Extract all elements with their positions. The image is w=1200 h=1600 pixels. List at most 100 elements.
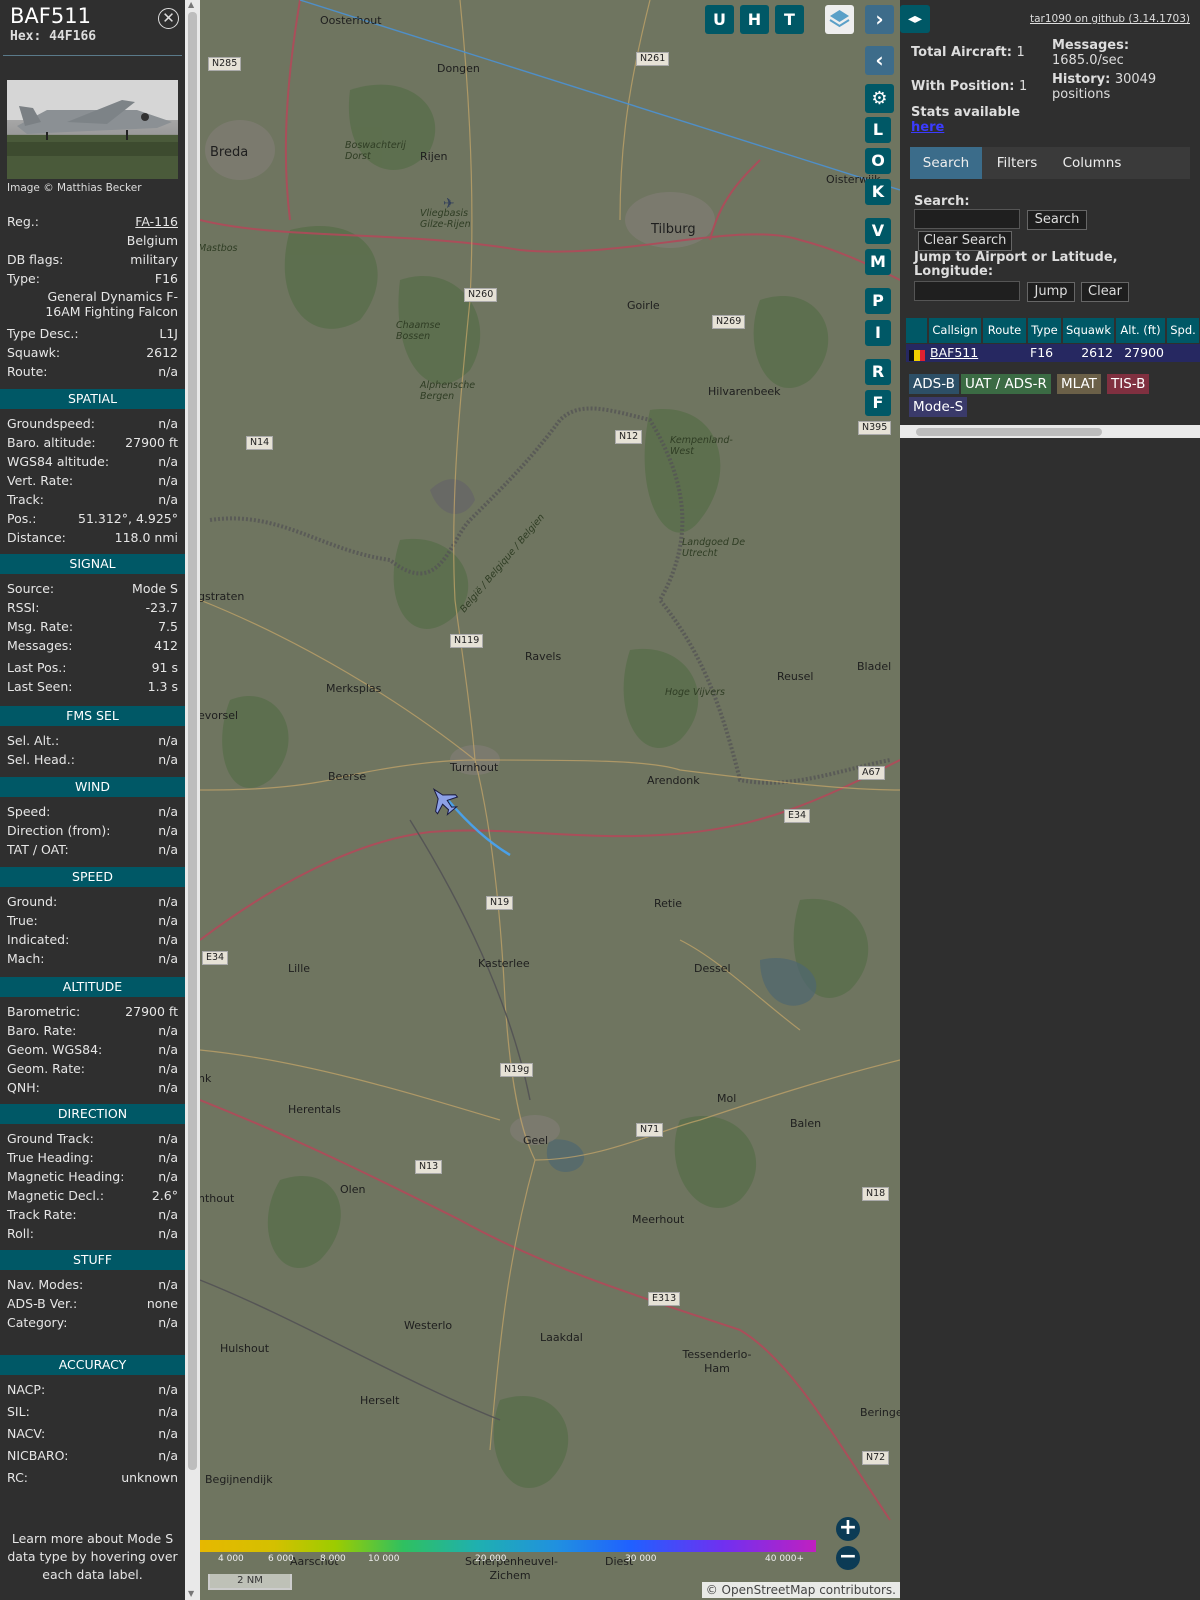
table-scrollbar[interactable]: [900, 425, 1200, 438]
info-row-label[interactable]: Speed:: [7, 803, 50, 821]
info-row-label[interactable]: Vert. Rate:: [7, 472, 73, 490]
info-row-label[interactable]: Nav. Modes:: [7, 1276, 83, 1294]
info-row-label[interactable]: NACP:: [7, 1381, 45, 1399]
info-row-label[interactable]: Mach:: [7, 950, 44, 968]
jump-button[interactable]: Jump: [1027, 282, 1075, 302]
control-t-button[interactable]: T: [775, 5, 804, 34]
tab-filters[interactable]: Filters: [982, 147, 1052, 179]
info-scrollbar[interactable]: ▲ ▼: [185, 0, 200, 1600]
control-h-button[interactable]: H: [740, 5, 769, 34]
stats-here-link[interactable]: here: [911, 120, 944, 135]
toggle-sidebar-icon[interactable]: ◂▸: [900, 5, 930, 33]
info-row-label[interactable]: Sel. Head.:: [7, 751, 75, 769]
info-row-label[interactable]: QNH:: [7, 1079, 40, 1097]
info-row-label[interactable]: Indicated:: [7, 931, 69, 949]
control-m-button[interactable]: M: [865, 249, 891, 275]
info-row-label[interactable]: Geom. Rate:: [7, 1060, 85, 1078]
jump-input[interactable]: [914, 281, 1020, 301]
expand-sidebar-icon[interactable]: ›: [865, 5, 894, 34]
info-row-label[interactable]: Source:: [7, 580, 54, 598]
map-view[interactable]: ✈ Oosterhout Dongen Breda Rijen Tilburg Oiste…: [200, 0, 900, 1600]
table-header-squawk[interactable]: Squawk: [1063, 318, 1115, 343]
info-row-label[interactable]: Magnetic Heading:: [7, 1168, 124, 1186]
legend-uat-adsr[interactable]: UAT / ADS-R: [961, 374, 1051, 394]
info-row-label[interactable]: True Heading:: [7, 1149, 94, 1167]
info-row-label[interactable]: Last Seen:: [7, 678, 72, 696]
zoom-in-icon[interactable]: +: [836, 1517, 860, 1541]
town-label: Herentals: [288, 1103, 341, 1116]
info-row-label[interactable]: Baro. altitude:: [7, 434, 96, 452]
control-o-button[interactable]: O: [865, 148, 891, 174]
info-row: Geom. Rate: n/a: [7, 1060, 178, 1078]
info-row-value: n/a: [158, 1315, 178, 1330]
table-header-speed[interactable]: Spd.: [1167, 318, 1200, 343]
control-f-button[interactable]: F: [865, 390, 891, 416]
tab-columns[interactable]: Columns: [1052, 147, 1132, 179]
control-i-button[interactable]: I: [865, 320, 891, 346]
info-row-label[interactable]: RSSI:: [7, 599, 39, 617]
info-row-label[interactable]: WGS84 altitude:: [7, 453, 109, 471]
aircraft-photo[interactable]: [7, 80, 178, 179]
info-row-label[interactable]: Messages:: [7, 637, 73, 655]
info-row-label[interactable]: Groundspeed:: [7, 415, 95, 433]
info-row-label[interactable]: ADS-B Ver.:: [7, 1295, 77, 1313]
town-label: Chaamse Bossen: [396, 320, 441, 342]
info-row-label[interactable]: Category:: [7, 1314, 67, 1332]
info-row-label[interactable]: SIL:: [7, 1403, 30, 1421]
control-p-button[interactable]: P: [865, 288, 891, 314]
scroll-down-icon[interactable]: ▼: [188, 1589, 194, 1598]
info-row-label[interactable]: TAT / OAT:: [7, 841, 69, 859]
table-header-callsign[interactable]: Callsign: [929, 318, 982, 343]
info-row-label[interactable]: Magnetic Decl.:: [7, 1187, 104, 1205]
legend-tisb[interactable]: TIS-B: [1107, 374, 1150, 394]
clear-search-button[interactable]: Clear Search: [918, 231, 1012, 251]
info-row-label[interactable]: Track Rate:: [7, 1206, 77, 1224]
info-row-label[interactable]: True:: [7, 912, 38, 930]
registration-link[interactable]: FA-116: [135, 213, 178, 231]
scrollbar-thumb[interactable]: [188, 12, 197, 1470]
table-header-altitude[interactable]: Alt. (ft): [1116, 318, 1166, 343]
info-row-label[interactable]: Sel. Alt.:: [7, 732, 59, 750]
info-row-label[interactable]: Direction (from):: [7, 822, 111, 840]
info-row-label[interactable]: Baro. Rate:: [7, 1022, 76, 1040]
settings-gear-icon[interactable]: ⚙: [865, 84, 894, 113]
map-attribution[interactable]: © OpenStreetMap contributors.: [701, 1582, 900, 1598]
row-callsign[interactable]: BAF511: [930, 344, 982, 362]
info-row-label[interactable]: Distance:: [7, 529, 66, 547]
search-input[interactable]: [914, 209, 1020, 229]
info-row-label[interactable]: Msg. Rate:: [7, 618, 73, 636]
control-r-button[interactable]: R: [865, 359, 891, 385]
collapse-sidebar-icon[interactable]: ‹: [865, 46, 894, 75]
zoom-out-icon[interactable]: −: [836, 1546, 860, 1570]
history-stat: History: 30049 positions: [1052, 72, 1192, 102]
info-row-label[interactable]: Track:: [7, 491, 44, 509]
legend-mode-s[interactable]: Mode-S: [909, 397, 968, 417]
layers-icon[interactable]: [825, 5, 854, 34]
search-button[interactable]: Search: [1027, 210, 1087, 230]
table-scrollbar-thumb[interactable]: [916, 428, 1102, 436]
scroll-up-icon[interactable]: ▲: [188, 0, 194, 9]
control-v-button[interactable]: V: [865, 218, 891, 244]
control-l-button[interactable]: L: [865, 117, 891, 143]
table-header-type[interactable]: Type: [1028, 318, 1062, 343]
info-row-label[interactable]: Last Pos.:: [7, 659, 66, 677]
info-row-label[interactable]: Geom. WGS84:: [7, 1041, 102, 1059]
info-row-label[interactable]: Pos.:: [7, 510, 36, 528]
info-row-label[interactable]: Barometric:: [7, 1003, 80, 1021]
close-icon[interactable]: ✕: [158, 8, 179, 29]
info-row-label[interactable]: RC:: [7, 1469, 28, 1487]
legend-adsb[interactable]: ADS-B: [909, 374, 959, 394]
tab-search[interactable]: Search: [910, 147, 982, 179]
clear-button[interactable]: Clear: [1081, 282, 1129, 302]
github-link[interactable]: tar1090 on github (3.14.1703): [1030, 13, 1190, 25]
info-row-label[interactable]: NACV:: [7, 1425, 45, 1443]
info-row-value: 51.312°, 4.925°: [78, 511, 178, 526]
info-row-label[interactable]: NICBARO:: [7, 1447, 68, 1465]
control-u-button[interactable]: U: [705, 5, 734, 34]
info-row-label[interactable]: Ground:: [7, 893, 57, 911]
legend-mlat[interactable]: MLAT: [1057, 374, 1101, 394]
table-header-route[interactable]: Route: [983, 318, 1027, 343]
info-row-label[interactable]: Roll:: [7, 1225, 34, 1243]
info-row-label[interactable]: Ground Track:: [7, 1130, 94, 1148]
control-k-button[interactable]: K: [865, 179, 891, 205]
